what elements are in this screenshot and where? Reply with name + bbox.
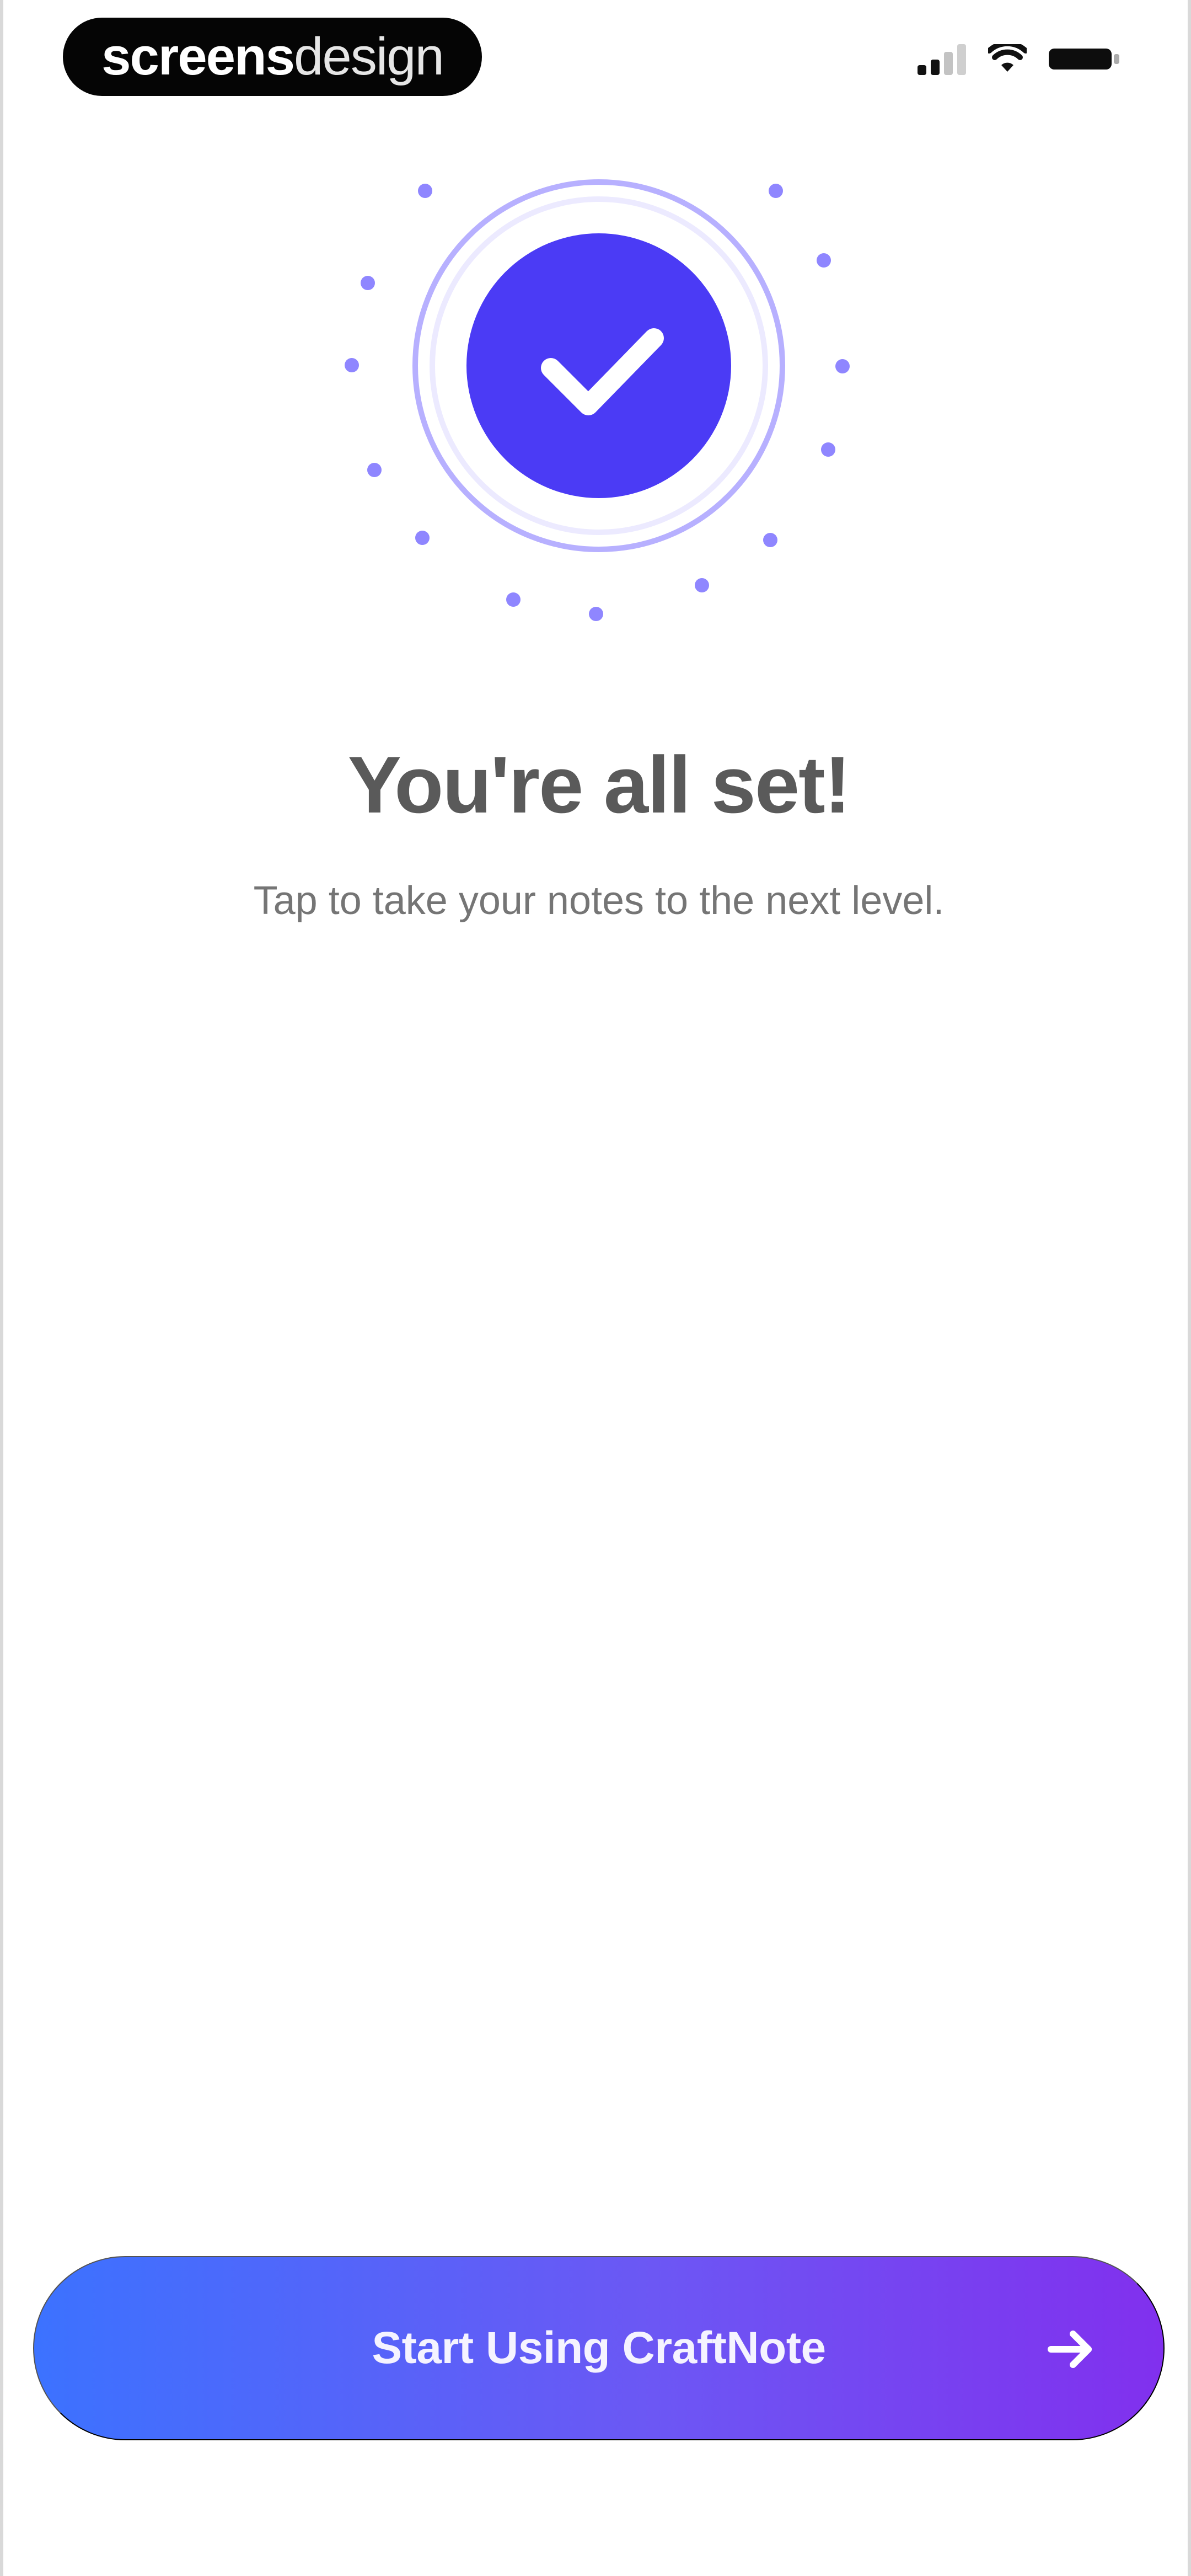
page-subtitle: Tap to take your notes to the next level… xyxy=(253,879,945,923)
brand-bold-text: screens xyxy=(101,27,295,86)
signal-icon xyxy=(918,43,966,75)
start-using-button[interactable]: Start Using CraftNote xyxy=(33,2256,1165,2440)
brand-pill: screens design xyxy=(63,18,482,96)
status-icons xyxy=(918,43,1122,75)
success-badge xyxy=(466,233,731,498)
arrow-right-icon xyxy=(1041,2318,1103,2380)
page-title: You're all set! xyxy=(347,740,851,830)
brand-light-text: design xyxy=(294,27,444,86)
battery-icon xyxy=(1049,44,1122,74)
screen-frame: screens design You're all set! Tap to ta… xyxy=(0,0,1191,2576)
status-bar: screens design xyxy=(3,0,1191,121)
success-area: You're all set! Tap to take your notes t… xyxy=(3,141,1191,923)
success-illustration xyxy=(345,179,850,621)
wifi-icon xyxy=(988,44,1027,74)
start-using-button-label: Start Using CraftNote xyxy=(372,2323,826,2373)
